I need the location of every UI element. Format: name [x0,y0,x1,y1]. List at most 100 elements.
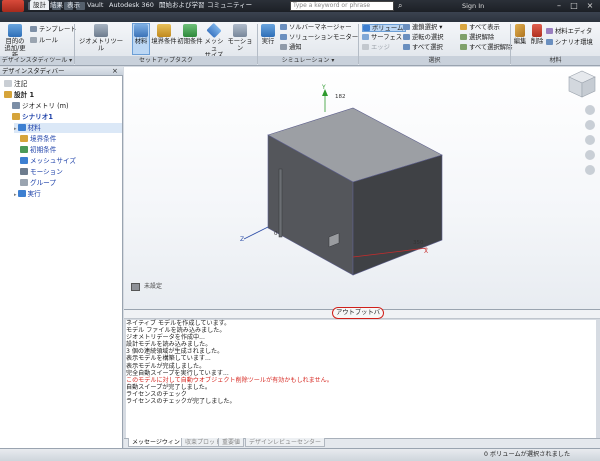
tab-get-started[interactable]: 開始および学習 [156,0,208,10]
tab-community[interactable]: コミュニティー [204,0,255,10]
maximize-icon[interactable]: □ [567,0,581,11]
show-all-button[interactable]: すべて表示 [460,24,500,32]
expand-arrow-icon: ▸ [14,126,17,132]
tab-autodesk-360[interactable]: Autodesk 360 [106,0,157,10]
initial-icon [20,146,28,153]
run-icon [17,190,26,197]
deselect-all-button[interactable]: すべて選択解除 [460,44,512,52]
reverse-select-button[interactable]: 逆転の選択 [403,34,443,42]
navigation-bar [585,75,598,225]
sign-in-link[interactable]: Sign In [462,1,484,11]
boundary-icon [20,135,28,142]
motion-icon [20,168,28,175]
chain-select-icon [403,24,410,30]
z-axis [243,226,269,240]
model-view[interactable]: 182 350 X Y Z 0 [124,67,600,309]
tree-item-notes[interactable]: 注記 [4,79,27,89]
design-study-bar-header: デザインスタディバー [0,67,123,76]
tree-item-geometry[interactable]: ジオメトリ (m) [12,101,69,111]
group-icon [20,179,28,186]
output-bar-title[interactable]: アウトプットバー [332,307,384,325]
zoom-icon[interactable] [585,135,595,145]
note-icon [4,80,12,87]
edit-material-button[interactable]: 編集 [512,24,528,45]
volume-icon [363,25,370,31]
geometry-tool-button[interactable]: ジオメトリツール [78,24,124,52]
scenario-icon [12,113,20,120]
tab-view[interactable]: 表示 [64,0,83,10]
minimize-icon[interactable]: – [552,0,566,11]
x-axis-label: X [424,248,428,255]
output-line: ライセンスのチェックが完了しました。 [126,398,236,406]
delete-material-button[interactable]: 削除 [530,24,544,45]
mesh-size-button[interactable]: メッシュサイズ [203,22,225,59]
panel-title-material: 材料 [511,56,600,65]
tree-item-motion[interactable]: モーション [20,167,63,177]
tree-item-boundary[interactable]: 境界条件 [20,134,56,144]
tree-item-material[interactable]: ▸ 材料 [14,123,122,133]
volume-select-button[interactable]: ボリューム [362,24,407,32]
tab-design-review-center[interactable]: デザインレビューセンター [245,438,326,447]
tree-item-design[interactable]: 設計 1 [4,90,34,100]
template-button[interactable]: テンプレート [30,26,77,34]
scenario-environment-icon [546,39,553,45]
material-icon [17,124,26,131]
tree-item-group[interactable]: グループ [20,178,56,188]
binoculars-icon[interactable]: ⌕ [398,1,408,11]
panel-title-design-study[interactable]: デザインスタディツール ▾ [0,56,74,65]
status-text: 0 ボリュームが選択されました [484,451,571,458]
tab-critical-values[interactable]: 重要値 [218,438,245,447]
edge-select-button[interactable]: エッジ [362,44,390,52]
tree-item-run[interactable]: ▸ 実行 [14,189,41,199]
goal-icon [8,24,22,37]
material-icon [134,24,148,37]
tree-item-mesh[interactable]: メッシュサイズ [20,156,76,166]
deselect-icon [460,34,467,40]
deselect-button[interactable]: 選択解除 [460,34,494,42]
initial-icon [183,24,197,37]
panel-title-selection: 選択 [359,56,510,65]
pencil-icon [515,24,525,37]
steering-wheel-icon[interactable] [585,105,595,115]
panel-title-simulation[interactable]: シミュレーション ▾ [258,56,358,65]
tree-item-scenario[interactable]: シナリオ1 [12,112,53,122]
pan-icon[interactable] [585,120,595,130]
delete-icon [532,24,542,37]
material-button[interactable]: 材料 [132,23,150,55]
panel-close-icon[interactable]: × [112,67,118,76]
output-line: 自動スイープが完了しました。 [126,383,211,391]
orbit-icon[interactable] [585,150,595,160]
motion-button[interactable]: モーション [225,24,255,52]
notify-icon [280,44,287,50]
close-icon[interactable]: × [583,0,597,11]
run-icon [261,24,275,37]
scenario-environment-button[interactable]: シナリオ環境 [546,39,593,47]
run-button[interactable]: 実行 [259,24,277,45]
solver-manager-button[interactable]: ソルバーマネージャー [280,24,352,32]
surface-select-button[interactable]: サーフェス [362,34,402,42]
y-axis-value: 182 [335,94,346,100]
output-line: ライセンスのチェック [126,390,187,398]
look-at-icon[interactable] [585,165,595,175]
boundary-conditions-button[interactable]: 境界条件 [151,24,177,45]
rule-button[interactable]: ルール [30,37,58,45]
solution-monitor-button[interactable]: ソリューションモニター [280,34,358,42]
material-editor-button[interactable]: 材料エディタ [546,28,592,36]
motion-icon [233,24,247,37]
design-icon [4,91,12,98]
update-goals-button[interactable]: 目的の 追加/更新 [3,24,27,59]
notify-button[interactable]: 通知 [280,44,302,52]
tree-item-initial[interactable]: 初期条件 [20,145,56,155]
search-input[interactable]: Type a keyword or phrase [290,1,394,11]
origin-label: 0 [274,231,278,237]
material-editor-icon [546,28,553,34]
slot-feature[interactable] [278,168,283,238]
output-line: 完全自動スイープを実行しています... [126,369,229,377]
tab-vault[interactable]: Vault [84,0,106,10]
application-menu-button[interactable] [2,0,24,12]
solution-monitor-icon [280,34,287,40]
chain-select-button[interactable]: 連鎖選択 ▾ [403,24,442,32]
select-all-button[interactable]: すべて選択 [403,44,443,52]
expand-arrow-icon: ▸ [14,192,17,198]
initial-conditions-button[interactable]: 初期条件 [177,24,203,45]
